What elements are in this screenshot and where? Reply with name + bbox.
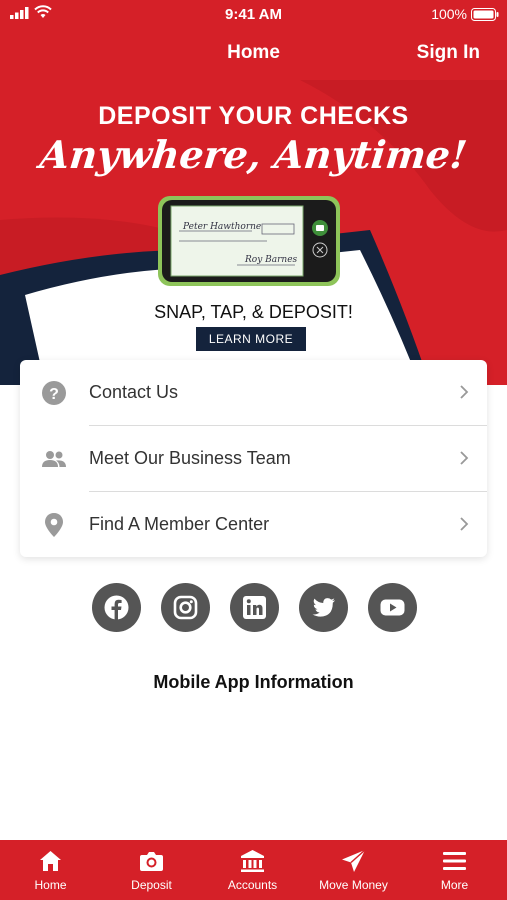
mobile-app-info-link[interactable]: Mobile App Information — [0, 672, 507, 693]
tab-move-money[interactable]: Move Money — [303, 840, 404, 900]
top-bar: 9:41 AM 100% Home Sign In — [0, 0, 507, 80]
chevron-right-icon — [460, 451, 469, 465]
instagram-icon — [173, 595, 198, 620]
learn-more-button[interactable]: LEARN MORE — [196, 327, 306, 351]
tab-deposit[interactable]: Deposit — [101, 840, 202, 900]
menu-item-label: Find A Member Center — [89, 514, 270, 534]
tab-label: Home — [34, 878, 67, 892]
tab-label: More — [440, 878, 469, 892]
tab-more[interactable]: More — [404, 840, 505, 900]
location-pin-icon — [45, 513, 63, 537]
chevron-right-icon — [460, 385, 469, 399]
social-links — [92, 583, 417, 633]
tab-home[interactable]: Home — [0, 840, 101, 900]
sign-in-button[interactable]: Sign In — [417, 42, 480, 64]
linkedin-button[interactable] — [230, 583, 279, 632]
youtube-icon — [380, 599, 405, 616]
people-icon — [42, 451, 66, 467]
camera-icon — [140, 852, 163, 871]
facebook-button[interactable] — [92, 583, 141, 632]
battery-icon — [471, 8, 499, 21]
facebook-icon — [104, 595, 129, 620]
phone-check-illustration: Peter Hawthorne Roy Barnes — [158, 196, 340, 286]
twitter-button[interactable] — [299, 583, 348, 632]
banner-script-text: Anywhere, Anytime! — [37, 132, 470, 177]
youtube-button[interactable] — [368, 583, 417, 632]
tab-label: Deposit — [131, 878, 172, 892]
svg-text:Peter Hawthorne: Peter Hawthorne — [182, 222, 261, 232]
menu-item-label: Contact Us — [89, 382, 179, 402]
banner-tagline: SNAP, TAP, & DEPOSIT! — [154, 302, 353, 322]
svg-text:?: ? — [49, 386, 59, 403]
bottom-tab-bar: Home Deposit Accounts Move Money More — [0, 840, 507, 900]
menu-card: ? Contact Us Meet Our Business Team Find… — [20, 360, 487, 557]
help-circle-icon: ? — [42, 381, 66, 405]
status-bar: 9:41 AM 100% — [0, 0, 507, 28]
twitter-icon — [312, 598, 335, 617]
tab-accounts[interactable]: Accounts — [202, 840, 303, 900]
battery-percent: 100% — [431, 6, 467, 22]
home-icon — [40, 851, 61, 871]
linkedin-icon — [243, 596, 266, 619]
menu-item-member-center[interactable]: Find A Member Center — [20, 492, 487, 557]
banner-headline: DEPOSIT YOUR CHECKS — [98, 102, 409, 130]
menu-item-contact-us[interactable]: ? Contact Us — [20, 360, 487, 425]
menu-item-label: Meet Our Business Team — [89, 448, 291, 468]
menu-item-business-team[interactable]: Meet Our Business Team — [20, 426, 487, 491]
menu-icon — [443, 852, 466, 870]
send-icon — [342, 849, 366, 872]
tab-label: Accounts — [227, 878, 278, 892]
chevron-right-icon — [460, 517, 469, 531]
promo-banner[interactable]: DEPOSIT YOUR CHECKS Anywhere, Anytime! P… — [0, 80, 507, 385]
bank-icon — [241, 850, 264, 872]
svg-text:Roy Barnes: Roy Barnes — [244, 255, 298, 265]
tab-label: Move Money — [319, 878, 388, 892]
instagram-button[interactable] — [161, 583, 210, 632]
